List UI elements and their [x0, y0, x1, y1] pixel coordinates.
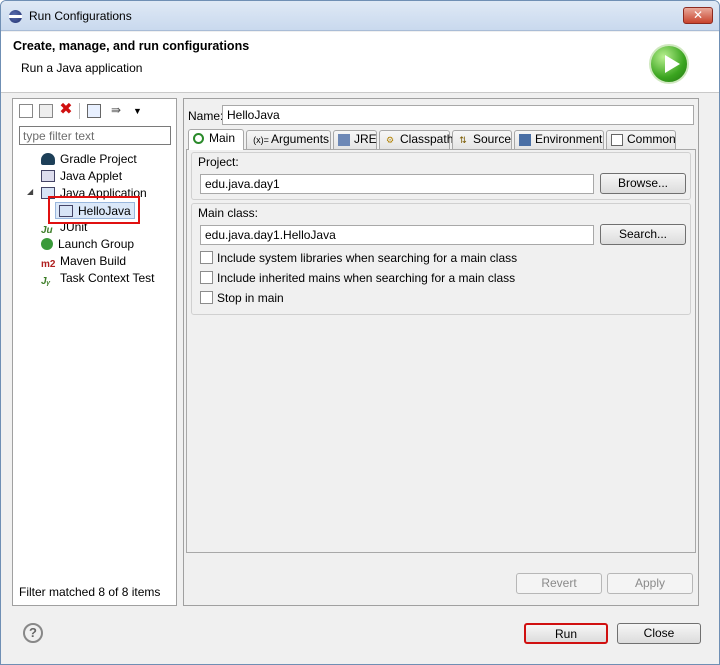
include-inherited-mains-checkbox[interactable]: Include inherited mains when searching f…: [200, 270, 515, 286]
revert-button[interactable]: Revert: [516, 573, 602, 594]
tree-toolbar: ✖ ⇛ ▼: [13, 99, 176, 123]
tab-source[interactable]: ⇅ Source: [452, 130, 512, 149]
checkbox-box[interactable]: [200, 271, 213, 284]
classpath-icon: ⚙: [385, 135, 395, 145]
checkbox-label: Stop in main: [217, 291, 284, 305]
tree-item-java-applet[interactable]: Java Applet: [41, 168, 122, 185]
header-subtitle: Run a Java application: [21, 61, 143, 75]
checkbox-box[interactable]: [200, 251, 213, 264]
project-field[interactable]: edu.java.day1: [200, 174, 594, 194]
tree-item-launch-group[interactable]: Launch Group: [41, 236, 134, 253]
launch-group-icon: [41, 238, 53, 250]
run-banner-icon: [649, 44, 689, 84]
configuration-tabs: Main (x)= Arguments JRE ⚙ Classpath ⇅ Sourc…: [186, 129, 696, 150]
tab-classpath[interactable]: ⚙ Classpath: [379, 130, 454, 149]
main-tab-content: Project: edu.java.day1 Browse... Main cl…: [186, 149, 696, 553]
checkbox-box[interactable]: [200, 291, 213, 304]
stop-in-main-checkbox[interactable]: Stop in main: [200, 290, 284, 306]
main-icon: [193, 133, 204, 144]
new-configuration-icon[interactable]: [19, 104, 33, 118]
close-icon: ✕: [692, 8, 704, 22]
window-close-button[interactable]: ✕: [683, 7, 713, 24]
run-configurations-dialog: Run Configurations ✕ Create, manage, and…: [0, 0, 720, 665]
source-icon: ⇅: [459, 135, 467, 145]
checkbox-label: Include inherited mains when searching f…: [217, 271, 516, 285]
browse-button[interactable]: Browse...: [600, 173, 686, 194]
tab-label: Common: [627, 132, 676, 146]
window-title: Run Configurations: [29, 9, 132, 23]
filter-icon[interactable]: ⇛: [111, 104, 125, 118]
tree-item-label: Gradle Project: [60, 152, 137, 166]
tree-item-label: Launch Group: [58, 237, 135, 251]
tab-label: Environment: [535, 132, 603, 146]
duplicate-configuration-icon[interactable]: [39, 104, 53, 118]
tab-label: Arguments: [271, 132, 330, 146]
name-field[interactable]: HelloJava: [222, 105, 694, 125]
help-icon[interactable]: ?: [23, 623, 43, 643]
header-title: Create, manage, and run configurations: [13, 39, 250, 53]
filter-status: Filter matched 8 of 8 items: [19, 585, 161, 599]
tree-item-label: Java Applet: [60, 169, 123, 183]
tab-common[interactable]: Common: [606, 130, 676, 149]
configuration-tree-panel: ✖ ⇛ ▼ ◢ Gradle Project Java Applet Java …: [12, 98, 177, 606]
configuration-editor-panel: Name: HelloJava Main (x)= Arguments JRE ⚙…: [183, 98, 699, 606]
applet-icon: [41, 170, 55, 182]
main-class-field[interactable]: edu.java.day1.HelloJava: [200, 225, 594, 245]
tab-label: JRE: [354, 132, 377, 146]
title-bar: Run Configurations ✕: [1, 1, 719, 31]
gradle-icon: [41, 153, 55, 165]
common-icon: [611, 134, 623, 146]
tree-item-maven-build[interactable]: m2 Maven Build: [41, 253, 126, 270]
task-context-icon: Jᵧ: [41, 276, 51, 287]
tab-arguments[interactable]: (x)= Arguments: [246, 130, 331, 149]
project-group: Project: edu.java.day1 Browse...: [191, 152, 691, 200]
search-button[interactable]: Search...: [600, 224, 686, 245]
main-class-label: Main class:: [198, 206, 259, 220]
tab-jre[interactable]: JRE: [333, 130, 377, 149]
main-class-group: Main class: edu.java.day1.HelloJava Sear…: [191, 203, 691, 315]
run-button[interactable]: Run: [524, 623, 608, 644]
project-label: Project:: [198, 155, 239, 169]
checkbox-label: Include system libraries when searching …: [217, 251, 518, 265]
environment-icon: [519, 134, 531, 146]
tab-label: Main: [209, 131, 236, 145]
jre-icon: [338, 134, 350, 146]
close-button[interactable]: Close: [617, 623, 701, 644]
name-label: Name:: [188, 109, 224, 123]
tree-expander-icon[interactable]: ◢: [27, 187, 33, 196]
include-system-libraries-checkbox[interactable]: Include system libraries when searching …: [200, 250, 517, 266]
tree-item-label: Maven Build: [60, 254, 127, 268]
collapse-all-icon[interactable]: [87, 104, 101, 118]
toolbar-divider: [79, 103, 80, 119]
tree-item-label: Task Context Test: [60, 271, 155, 285]
tab-environment[interactable]: Environment: [514, 130, 604, 149]
apply-button[interactable]: Apply: [607, 573, 693, 594]
tab-label: Source: [473, 132, 512, 146]
tab-main[interactable]: Main: [188, 129, 244, 150]
delete-configuration-icon[interactable]: ✖: [59, 102, 73, 118]
selection-highlight-box: [48, 196, 140, 224]
filter-input[interactable]: [19, 126, 171, 145]
arguments-icon: (x)=: [253, 135, 269, 145]
tab-label: Classpath: [400, 132, 454, 146]
eclipse-icon: [9, 10, 22, 23]
tree-item-gradle-project[interactable]: Gradle Project: [41, 151, 137, 168]
chevron-down-icon[interactable]: ▼: [133, 104, 147, 118]
dialog-header: Create, manage, and run configurations R…: [1, 32, 719, 93]
tree-item-task-context-test[interactable]: Jᵧ Task Context Test: [41, 270, 155, 287]
